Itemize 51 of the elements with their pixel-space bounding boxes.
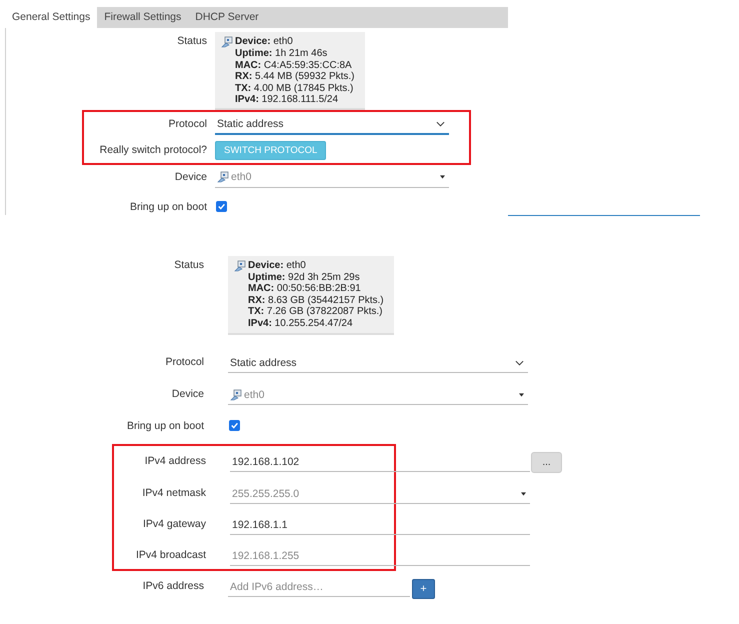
add-button[interactable]: + xyxy=(412,579,435,599)
dropdown-triangle-icon xyxy=(521,492,526,496)
status-line: Uptime: 92d 3h 25m 29s xyxy=(248,272,360,283)
field-label: IPv4 netmask xyxy=(141,486,206,499)
input-field[interactable]: Add IPv6 address… xyxy=(228,577,410,597)
more-button[interactable]: ... xyxy=(531,452,562,473)
chevron-down-icon xyxy=(436,120,445,126)
status-line: TX: 4.00 MB (17845 Pkts.) xyxy=(235,82,354,94)
dropdown-triangle-icon xyxy=(440,175,445,179)
status-line: IPv4: 192.168.111.5/24 xyxy=(235,94,338,106)
field-label: IPv4 broadcast xyxy=(134,548,206,561)
status-line: Device: eth0 xyxy=(248,260,306,272)
status-line: Uptime: 1h 21m 46s xyxy=(235,48,328,60)
field-label: Device xyxy=(174,170,207,182)
network-adapter-icon xyxy=(217,171,229,183)
field-label: Device xyxy=(170,387,204,400)
tab[interactable]: DHCP Server xyxy=(188,7,266,28)
status-line: Device: eth0 xyxy=(235,36,293,48)
field-label: IPv4 address xyxy=(144,454,206,467)
status-line: MAC: 00:50:56:BB:2B:91 xyxy=(248,283,361,294)
device-dropdown[interactable]: eth0 xyxy=(215,168,449,188)
status-line: TX: 7.26 GB (37822087 Pkts.) xyxy=(248,306,383,318)
network-adapter-icon xyxy=(230,388,242,400)
field-label: Protocol xyxy=(167,116,207,130)
checkbox[interactable] xyxy=(216,200,227,212)
field-label: IPv4 gateway xyxy=(142,517,206,530)
input-field[interactable]: 192.168.1.255 xyxy=(230,546,530,566)
network-adapter-icon xyxy=(221,36,233,48)
status-line: RX: 8.63 GB (35442157 Pkts.) xyxy=(248,294,384,306)
field-label: Status xyxy=(176,34,207,47)
field-label: Really switch protocol? xyxy=(98,142,207,156)
field-label: Protocol xyxy=(164,355,204,368)
status-line: IPv4: 10.255.254.47/24 xyxy=(248,318,353,329)
field-label: IPv6 address xyxy=(142,579,204,592)
chevron-down-icon xyxy=(515,360,524,366)
field-label: Status xyxy=(173,258,204,270)
field-label: Bring up on boot xyxy=(126,419,204,432)
field-label: Bring up on boot xyxy=(128,200,207,212)
netmask-dropdown[interactable]: 255.255.255.0 xyxy=(230,484,530,504)
checkbox[interactable] xyxy=(229,420,240,431)
device-dropdown[interactable]: eth0 xyxy=(228,385,528,405)
status-line: RX: 5.44 MB (59932 Pkts.) xyxy=(235,71,355,82)
network-adapter-icon xyxy=(234,260,246,272)
protocol-dropdown[interactable]: Static address xyxy=(228,353,528,373)
tab[interactable]: Firewall Settings xyxy=(97,7,188,28)
protocol-dropdown[interactable]: Static address xyxy=(215,114,449,134)
dropdown-triangle-icon xyxy=(519,392,524,396)
status-line: MAC: C4:A5:59:35:CC:8A xyxy=(235,60,352,71)
input-field[interactable]: 192.168.1.102 xyxy=(230,452,530,472)
tab[interactable]: General Settings xyxy=(5,7,98,28)
input-field[interactable]: 192.168.1.1 xyxy=(230,515,530,535)
